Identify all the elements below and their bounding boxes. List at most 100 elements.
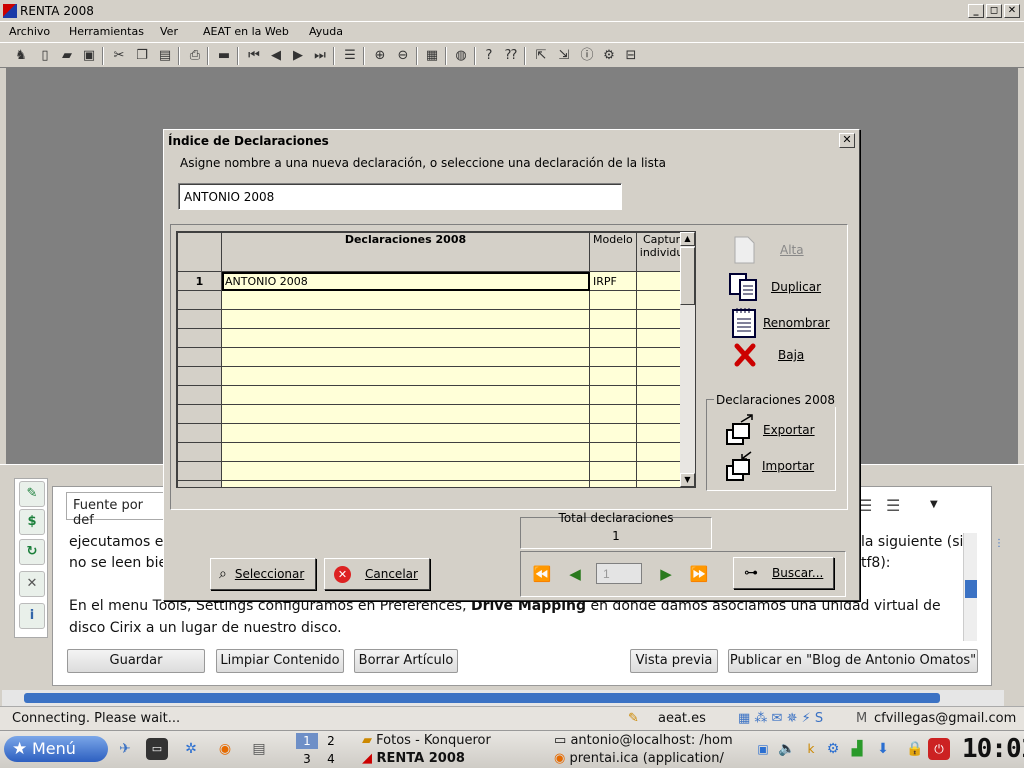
info-icon[interactable]: ⓘ xyxy=(578,47,596,65)
publicar-blog-button[interactable]: Publicar en "Blog de Antonio Omatos" xyxy=(728,649,978,673)
task-konqueror[interactable]: ▰ Fotos - Konqueror xyxy=(362,733,491,748)
cell-declaration-name[interactable] xyxy=(221,366,590,386)
print-icon[interactable]: ⎙ xyxy=(186,47,204,65)
task-terminal[interactable]: ▭ antonio@localhost: /hom xyxy=(554,733,733,748)
page-number-input[interactable] xyxy=(596,563,642,584)
cell-declaration-name[interactable] xyxy=(221,290,590,310)
align-justify-icon[interactable]: ☰ xyxy=(886,496,900,515)
duplicar-button[interactable]: Duplicar xyxy=(728,273,821,301)
dropdown-arrow-icon[interactable]: ▼ xyxy=(930,499,938,510)
cut-icon[interactable]: ✂ xyxy=(110,47,128,65)
row-number[interactable] xyxy=(177,404,222,424)
cell-modelo[interactable] xyxy=(589,480,637,487)
menu-herramientas[interactable]: Herramientas xyxy=(69,25,144,38)
cell-modelo[interactable] xyxy=(589,461,637,481)
row-number[interactable] xyxy=(177,309,222,329)
cell-modelo[interactable] xyxy=(589,366,637,386)
start-menu-button[interactable]: ★ Menú xyxy=(4,736,108,762)
previous-record-icon[interactable]: ◀ xyxy=(267,47,285,65)
cell-declaration-name[interactable] xyxy=(221,404,590,424)
save-icon[interactable]: ▣ xyxy=(80,47,98,65)
network-tray-icon[interactable]: ⚙ xyxy=(822,738,844,760)
cell-modelo[interactable] xyxy=(589,385,637,405)
copy-icon[interactable]: ❐ xyxy=(133,47,151,65)
volume-icon[interactable]: 🔈 xyxy=(776,738,798,760)
list-icon[interactable]: ☰ xyxy=(341,47,359,65)
cell-modelo[interactable] xyxy=(589,328,637,348)
sidebar-icon[interactable]: ⊟ xyxy=(622,47,640,65)
import-icon[interactable]: ⇲ xyxy=(555,47,573,65)
row-number[interactable] xyxy=(177,423,222,443)
dollar-icon[interactable]: $ xyxy=(19,509,45,535)
cell-declaration-name[interactable] xyxy=(221,480,590,487)
task-prentai[interactable]: ◉ prentai.ica (application/ xyxy=(554,751,724,766)
calculator-icon[interactable]: ▦ xyxy=(423,47,441,65)
vista-previa-button[interactable]: Vista previa xyxy=(630,649,718,673)
open-folder-icon[interactable]: ▰ xyxy=(58,47,76,65)
table-row[interactable] xyxy=(177,290,695,310)
row-number[interactable]: 1 xyxy=(177,271,222,291)
declaration-name-input[interactable] xyxy=(178,183,622,210)
terminal-icon[interactable]: ▭ xyxy=(146,738,168,760)
dialog-close-icon[interactable]: ✕ xyxy=(839,133,855,148)
importar-button[interactable]: Importar xyxy=(725,450,814,482)
help-icon[interactable]: ? xyxy=(480,47,498,65)
table-row[interactable] xyxy=(177,442,695,462)
zoom-in-icon[interactable]: ⊕ xyxy=(371,47,389,65)
last-page-icon[interactable]: ⏩ xyxy=(689,564,709,584)
export-icon[interactable]: ⇱ xyxy=(532,47,550,65)
previous-page-icon[interactable]: ◀ xyxy=(565,564,585,584)
cell-modelo[interactable] xyxy=(589,423,637,443)
row-number[interactable] xyxy=(177,328,222,348)
cell-declaration-name[interactable] xyxy=(221,385,590,405)
cell-declaration-name[interactable] xyxy=(221,423,590,443)
power-icon[interactable]: ⏻ xyxy=(928,738,950,760)
edit-icon[interactable]: ✎ xyxy=(19,481,45,507)
table-row[interactable]: 1 ANTONIO 2008 IRPF xyxy=(177,271,695,291)
download-icon[interactable]: ⬇ xyxy=(872,738,894,760)
hscroll-thumb[interactable] xyxy=(24,693,940,703)
tools-icon[interactable]: ⚙ xyxy=(600,47,618,65)
first-page-icon[interactable]: ⏪ xyxy=(532,564,552,584)
settings-icon[interactable]: ✲ xyxy=(180,738,202,760)
scroll-up-icon[interactable]: ▲ xyxy=(680,232,695,246)
cell-modelo[interactable] xyxy=(589,404,637,424)
close-icon[interactable]: ✕ xyxy=(1004,4,1020,18)
cell-modelo[interactable]: IRPF xyxy=(589,271,637,291)
context-help-icon[interactable]: ⁇ xyxy=(502,47,520,65)
borrar-articulo-button[interactable]: Borrar Artículo xyxy=(354,649,458,673)
menu-archivo[interactable]: Archivo xyxy=(9,25,50,38)
table-row[interactable] xyxy=(177,480,695,487)
cell-modelo[interactable] xyxy=(589,442,637,462)
limpiar-contenido-button[interactable]: Limpiar Contenido xyxy=(216,649,344,673)
resize-handle-icon[interactable]: ⋮ xyxy=(994,538,1004,549)
cell-declaration-name[interactable] xyxy=(221,328,590,348)
globe-icon[interactable]: ◍ xyxy=(452,47,470,65)
table-row[interactable] xyxy=(177,385,695,405)
menu-ver[interactable]: Ver xyxy=(160,25,178,38)
info-icon[interactable]: i xyxy=(19,603,45,629)
firefox-icon[interactable]: ◉ xyxy=(214,738,236,760)
zoom-out-icon[interactable]: ⊖ xyxy=(394,47,412,65)
gmail-icon[interactable]: M xyxy=(856,711,867,726)
font-select[interactable]: Fuente por def xyxy=(66,492,166,528)
cell-declaration-name[interactable] xyxy=(221,309,590,329)
guardar-button[interactable]: Guardar xyxy=(67,649,205,673)
pager-desktop-1[interactable]: 1 xyxy=(296,733,318,749)
restore-icon[interactable]: ◻ xyxy=(986,4,1002,18)
next-record-icon[interactable]: ▶ xyxy=(289,47,307,65)
scroll-thumb[interactable] xyxy=(680,247,695,305)
pager-desktop-3[interactable]: 3 xyxy=(296,751,318,767)
signal-icon[interactable]: ▟ xyxy=(846,738,868,760)
task-renta[interactable]: ◢ RENTA 2008 xyxy=(362,751,465,766)
table-row[interactable] xyxy=(177,347,695,367)
buscar-button[interactable]: ⊶ Buscar... xyxy=(733,557,834,589)
launcher-icon[interactable]: ✈ xyxy=(114,738,136,760)
menu-aeat-web[interactable]: AEAT en la Web xyxy=(203,25,289,38)
column-header-declaraciones[interactable]: Declaraciones 2008 xyxy=(221,232,590,272)
table-row[interactable] xyxy=(177,461,695,481)
grid-vscrollbar[interactable]: ▲ ▼ xyxy=(680,232,695,487)
row-number[interactable] xyxy=(177,461,222,481)
pager-desktop-4[interactable]: 4 xyxy=(320,751,342,767)
row-number[interactable] xyxy=(177,347,222,367)
